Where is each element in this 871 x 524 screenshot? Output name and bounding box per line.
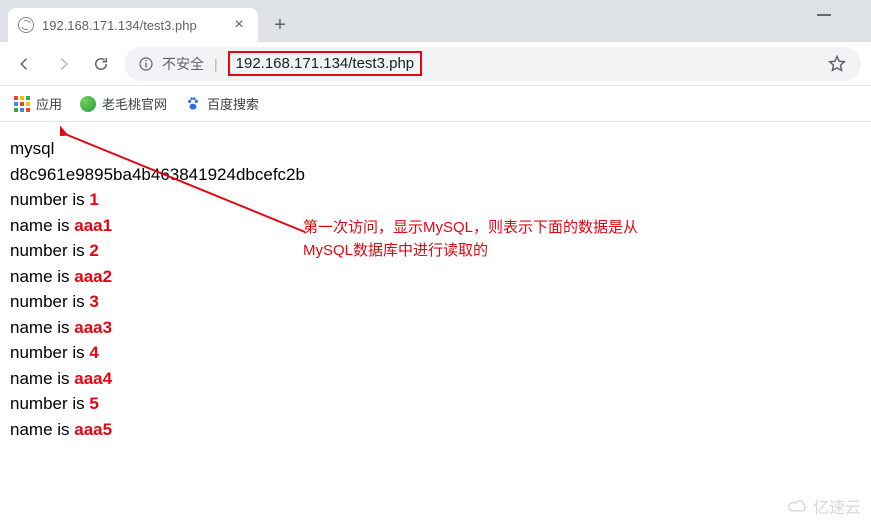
number-row: number is 3 [10, 289, 861, 315]
tab-title: 192.168.171.134/test3.php [42, 18, 222, 33]
new-tab-button[interactable]: + [264, 10, 296, 42]
toolbar: 不安全 | 192.168.171.134/test3.php [0, 42, 871, 86]
name-row: name is aaa3 [10, 315, 861, 341]
separator: | [214, 56, 218, 72]
name-row: name is aaa4 [10, 366, 861, 392]
source-line: mysql [10, 136, 861, 162]
forward-button[interactable] [48, 49, 78, 79]
reload-icon [92, 55, 110, 73]
page-content: mysql d8c961e9895ba4b463841924dbcefc2b n… [0, 122, 871, 456]
annotation-line1: 第一次访问，显示MySQL，则表示下面的数据是从 [303, 217, 638, 240]
apps-shortcut[interactable]: 应用 [14, 94, 62, 113]
number-row: number is 5 [10, 391, 861, 417]
name-row: name is aaa2 [10, 264, 861, 290]
apps-grid-icon [14, 96, 30, 112]
watermark: 亿速云 [787, 494, 861, 518]
paw-icon [185, 96, 201, 112]
tab-bar: 192.168.171.134/test3.php × + [0, 0, 871, 42]
arrow-right-icon [54, 55, 72, 73]
name-row: name is aaa5 [10, 417, 861, 443]
bookmark-label: 百度搜索 [207, 94, 259, 113]
number-row: number is 1 [10, 187, 861, 213]
bookmark-star-icon[interactable] [827, 54, 847, 74]
cloud-icon [787, 498, 809, 514]
close-icon[interactable]: × [230, 16, 248, 34]
annotation-line2: MySQL数据库中进行读取的 [303, 240, 638, 263]
back-button[interactable] [10, 49, 40, 79]
arrow-left-icon [16, 55, 34, 73]
number-row: number is 4 [10, 340, 861, 366]
info-icon [138, 56, 154, 72]
browser-tab[interactable]: 192.168.171.134/test3.php × [8, 8, 258, 42]
annotation-text: 第一次访问，显示MySQL，则表示下面的数据是从 MySQL数据库中进行读取的 [303, 217, 638, 262]
address-bar[interactable]: 不安全 | 192.168.171.134/test3.php [124, 47, 861, 81]
site-icon [80, 96, 96, 112]
minimize-icon[interactable] [817, 14, 831, 16]
bookmark-baidu[interactable]: 百度搜索 [185, 94, 259, 113]
reload-button[interactable] [86, 49, 116, 79]
watermark-text: 亿速云 [813, 494, 861, 518]
globe-icon [18, 17, 34, 33]
hash-line: d8c961e9895ba4b463841924dbcefc2b [10, 162, 861, 188]
apps-label: 应用 [36, 94, 62, 113]
url-text: 192.168.171.134/test3.php [228, 51, 423, 76]
bookmark-laomaotao[interactable]: 老毛桃官网 [80, 94, 167, 113]
security-label: 不安全 [162, 54, 204, 74]
bookmarks-bar: 应用 老毛桃官网 百度搜索 [0, 86, 871, 122]
bookmark-label: 老毛桃官网 [102, 94, 167, 113]
